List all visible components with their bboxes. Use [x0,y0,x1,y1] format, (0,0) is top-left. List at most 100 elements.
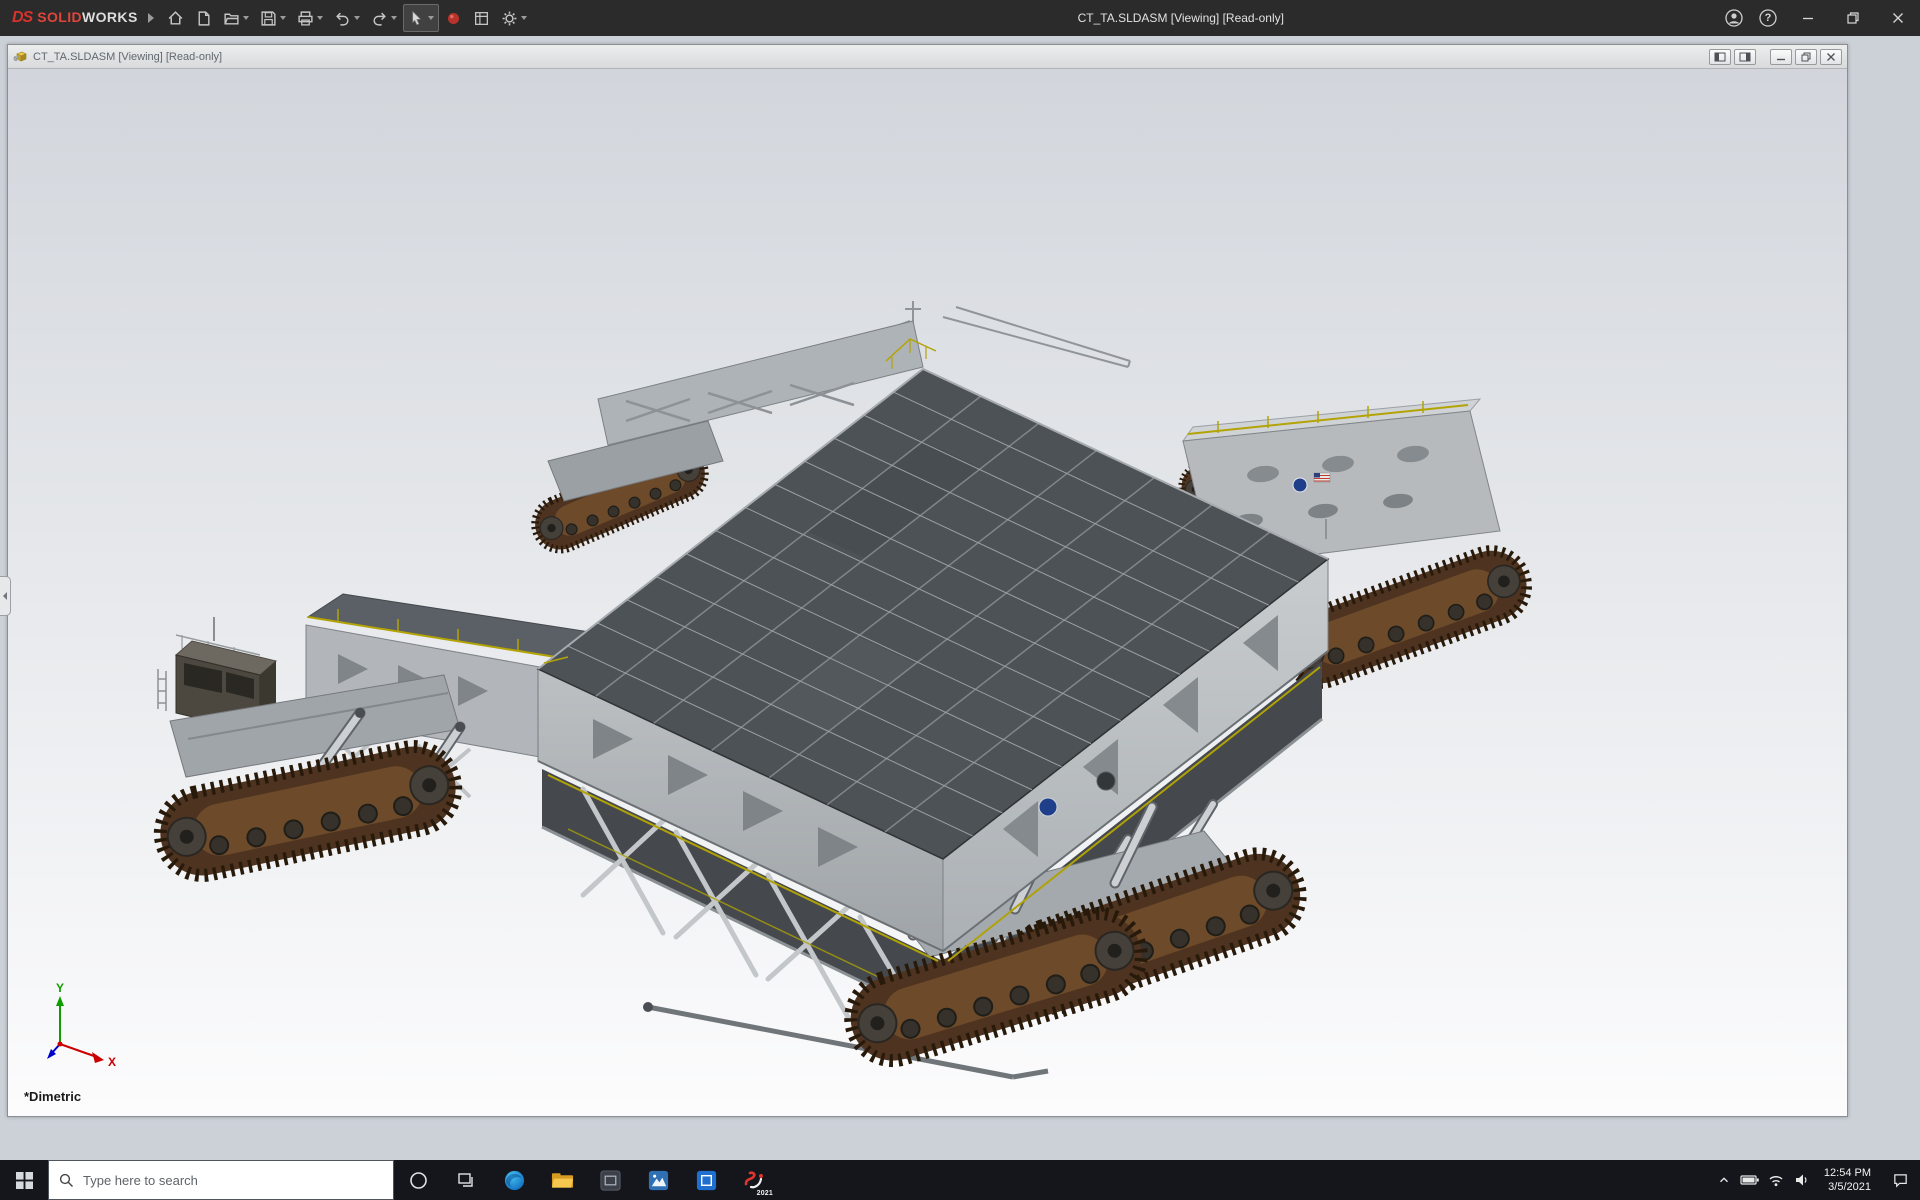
search-input[interactable] [83,1173,383,1188]
dock-right-button[interactable] [1734,49,1756,65]
brand-solid-text: SOLID [37,9,82,25]
cortana-button[interactable] [394,1160,442,1200]
ds-logo-icon: DS [12,9,32,27]
document-title: CT_TA.SLDASM [Viewing] [Read-only] [33,51,222,63]
triad-x-label: X [108,1055,116,1069]
dock-left-button[interactable] [1709,49,1731,65]
taskbar-search[interactable] [48,1160,394,1200]
redo-button[interactable] [366,4,402,32]
app-dark-icon [599,1169,622,1192]
child-close-icon [1826,52,1836,62]
help-question-glyph: ? [1765,12,1772,24]
evaluate-button[interactable] [468,4,495,32]
start-button[interactable] [0,1160,48,1200]
new-document-button[interactable] [190,4,217,32]
minimize-icon [1802,12,1814,24]
edge-button[interactable] [490,1160,538,1200]
nasa-logo-front [1039,798,1057,816]
3d-viewport[interactable]: Y X *Dimetric [8,69,1847,1116]
document-window-buttons [1709,49,1842,65]
windows-logo-icon [16,1172,33,1189]
print-button[interactable] [292,4,328,32]
undo-button[interactable] [329,4,365,32]
select-button[interactable] [403,4,439,32]
sheet-icon [473,10,490,27]
minimize-button[interactable] [1785,0,1830,36]
options-button[interactable] [496,4,532,32]
redo-dropdown-caret-icon[interactable] [391,16,397,20]
app-photos-button[interactable] [634,1160,682,1200]
close-button[interactable] [1875,0,1920,36]
us-flag [1314,473,1330,482]
options-dropdown-caret-icon[interactable] [521,16,527,20]
speaker-icon [1794,1173,1810,1187]
solidworks-logo: DS SOLIDWORKS [0,9,146,27]
chevron-up-icon [1717,1173,1731,1187]
cortana-icon [409,1171,428,1190]
triad-y-label: Y [56,981,64,995]
restore-button[interactable] [1830,0,1875,36]
task-view-button[interactable] [442,1160,490,1200]
open-folder-icon [223,10,240,27]
graphics-area[interactable]: Y X *Dimetric [8,69,1847,1116]
clock-time: 12:54 PM [1824,1166,1871,1180]
task-view-icon [457,1171,476,1190]
emblem-dark [1097,772,1115,790]
document-window: CT_TA.SLDASM [Viewing] [Read-only] [7,44,1848,1117]
document-window-titlebar[interactable]: CT_TA.SLDASM [Viewing] [Read-only] [8,45,1847,69]
battery-status[interactable] [1737,1160,1763,1200]
home-button[interactable] [162,4,189,32]
titlebar-right-controls: ? [1717,0,1920,36]
open-button[interactable] [218,4,254,32]
action-center-button[interactable] [1880,1160,1920,1200]
save-dropdown-caret-icon[interactable] [280,16,286,20]
help-button[interactable]: ? [1751,0,1785,36]
save-button[interactable] [255,4,291,32]
solidworks-taskbar-button[interactable]: 2021 [730,1160,778,1200]
child-minimize-icon [1776,52,1786,62]
redo-icon [371,10,388,27]
lifecycle-button[interactable] [440,4,467,32]
restore-icon [1847,12,1859,24]
undo-icon [334,10,351,27]
file-explorer-button[interactable] [538,1160,586,1200]
solidworks-version-badge: 2021 [757,1190,773,1197]
child-restore-icon [1801,52,1811,62]
select-cursor-icon [408,10,425,27]
open-dropdown-caret-icon[interactable] [243,16,249,20]
brand-works-text: WORKS [82,9,138,25]
view-orientation-label: *Dimetric [24,1089,81,1104]
new-document-icon [195,10,212,27]
child-minimize-button[interactable] [1770,49,1792,65]
account-button[interactable] [1717,0,1751,36]
child-close-button[interactable] [1820,49,1842,65]
undo-dropdown-caret-icon[interactable] [354,16,360,20]
red-sphere-icon [445,10,462,27]
collapse-arrow-icon [3,592,7,600]
search-icon [59,1173,74,1188]
solidworks-app-icon [742,1168,766,1192]
system-tray: 12:54 PM 3/5/2021 [1711,1160,1920,1200]
assembly-document-icon [13,49,28,64]
clock-date: 3/5/2021 [1828,1180,1871,1194]
home-icon [167,10,184,27]
wifi-icon [1768,1174,1784,1187]
app-dark-button[interactable] [586,1160,634,1200]
window-title: CT_TA.SLDASM [Viewing] [Read-only] [1078,11,1284,25]
app-titlebar: DS SOLIDWORKS [0,0,1920,36]
select-dropdown-caret-icon[interactable] [428,16,434,20]
taskbar: 2021 12:54 PM 3/5/2021 [0,1160,1920,1200]
print-dropdown-caret-icon[interactable] [317,16,323,20]
save-icon [260,10,277,27]
taskbar-clock[interactable]: 12:54 PM 3/5/2021 [1815,1160,1880,1200]
panel-splitter-handle[interactable] [0,576,11,616]
tray-overflow-button[interactable] [1711,1160,1737,1200]
network-status[interactable] [1763,1160,1789,1200]
user-account-icon [1724,8,1744,28]
edge-icon [503,1169,526,1192]
child-restore-button[interactable] [1795,49,1817,65]
volume-status[interactable] [1789,1160,1815,1200]
close-icon [1892,12,1904,24]
app-blue-button[interactable] [682,1160,730,1200]
menu-flyout-arrow-icon[interactable] [148,13,154,23]
